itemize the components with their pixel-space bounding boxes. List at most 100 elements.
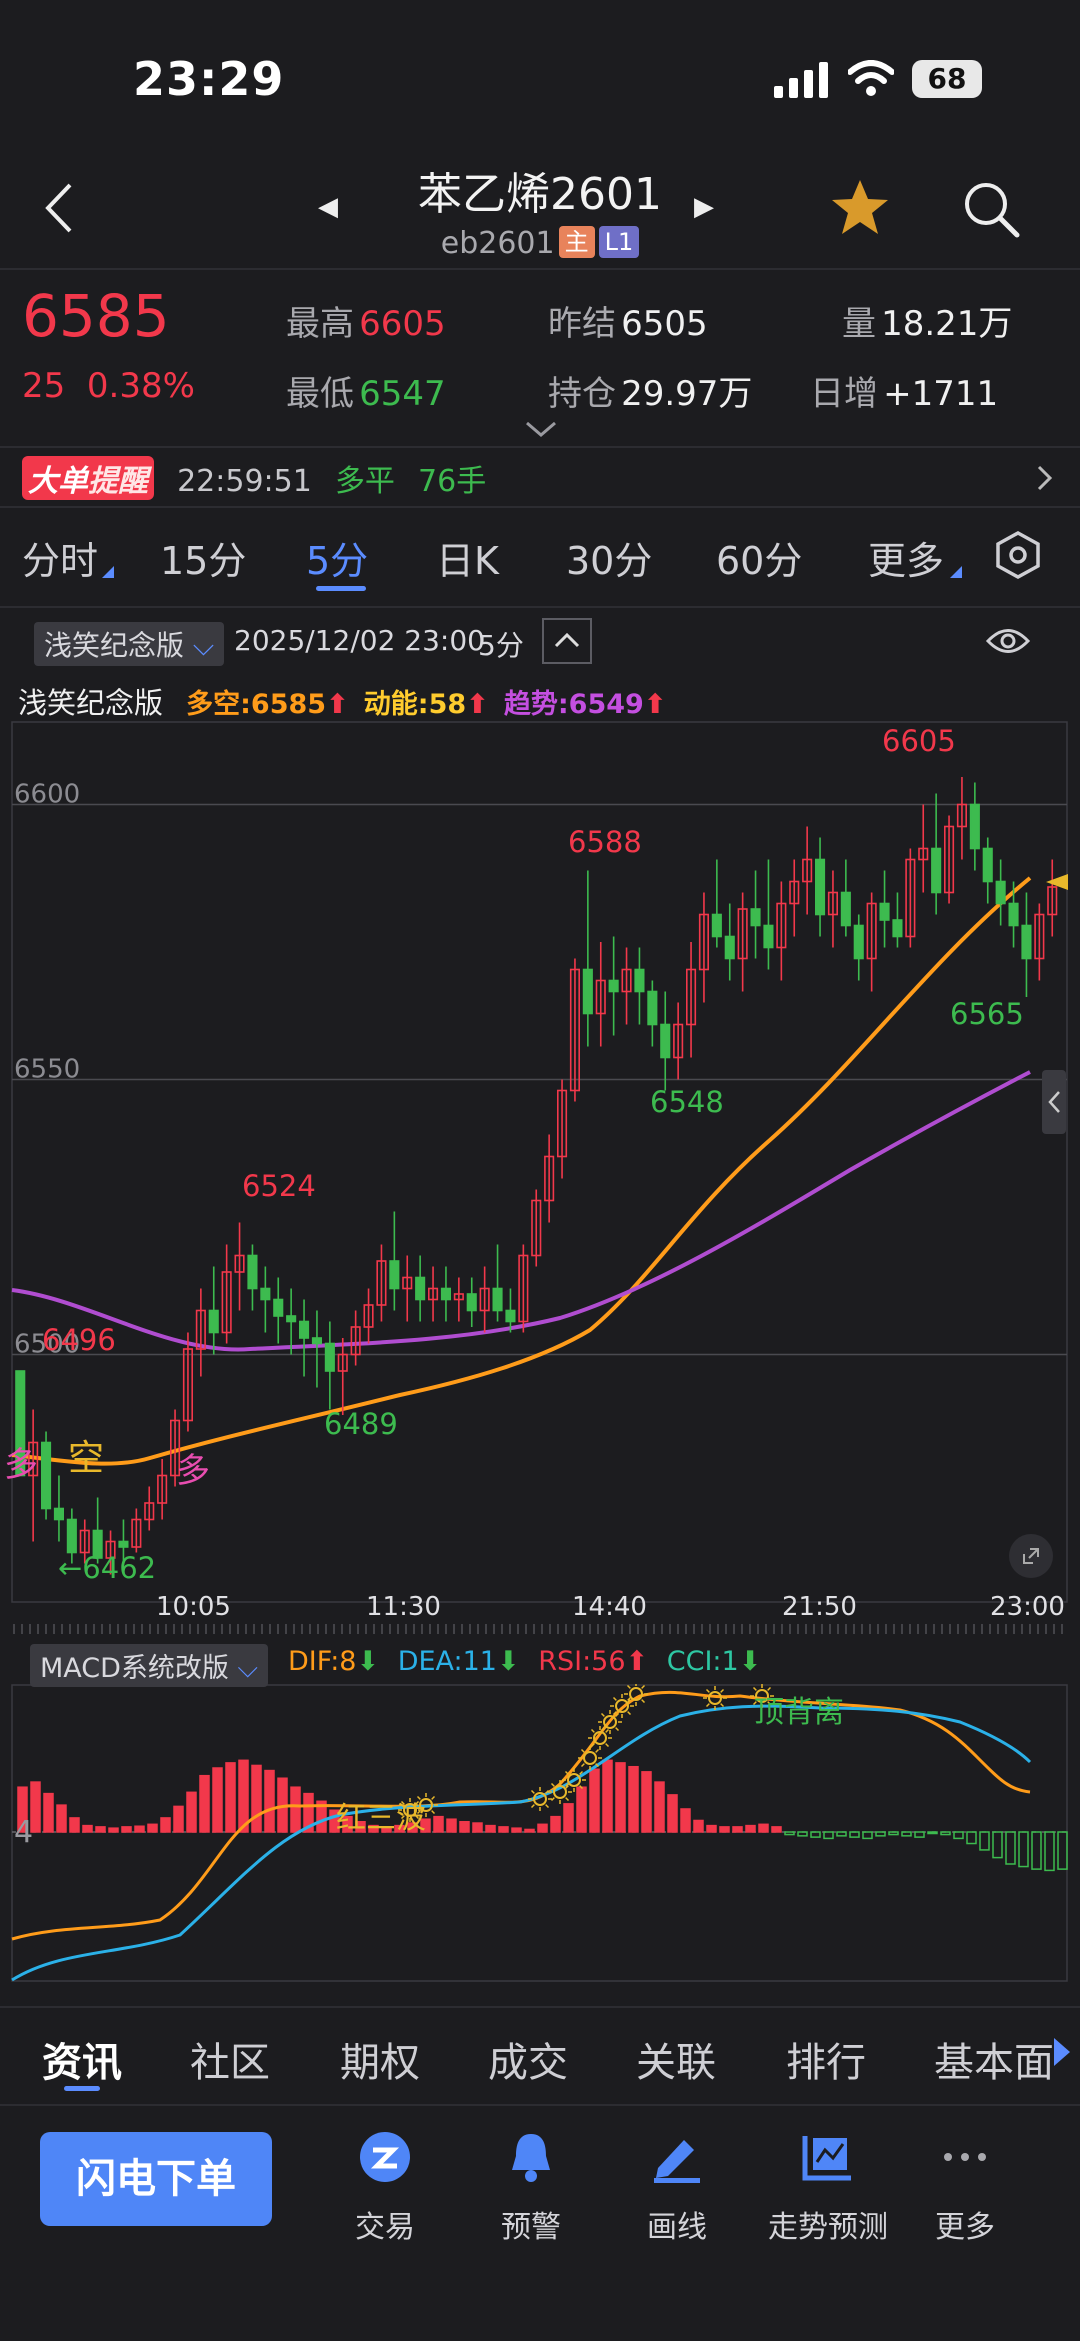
y-tick: 6550: [14, 1055, 80, 1085]
macd-bar: [251, 1764, 262, 1833]
tab-60min[interactable]: 60分: [716, 530, 802, 585]
candle-body: [982, 847, 993, 883]
macd-bar: [56, 1804, 67, 1833]
bell-icon: [512, 2134, 550, 2182]
tab-more[interactable]: 更多: [868, 530, 944, 585]
low-field: 最低 6547: [286, 366, 446, 415]
macd-bar: [290, 1786, 301, 1833]
active-tab-indicator: [316, 586, 366, 591]
x-tick: 14:40: [572, 1592, 647, 1622]
candle-body: [969, 803, 980, 850]
flash-order-button[interactable]: 闪电下单: [40, 2132, 272, 2226]
macd-bar: [1044, 1831, 1055, 1872]
tab-intraday[interactable]: 分时: [22, 530, 98, 585]
tab-15min[interactable]: 15分: [160, 530, 246, 585]
more-button[interactable]: 更多: [900, 2130, 1030, 2246]
legend-name: 浅笑纪念版: [18, 686, 164, 720]
annotation-red-wave: 红三波: [336, 1801, 426, 1836]
star-ray: [627, 1711, 632, 1716]
star-ray: [416, 1795, 421, 1800]
favorite-star-icon[interactable]: [830, 178, 890, 236]
signal-long: 多: [4, 1445, 38, 1485]
macd-bar: [121, 1826, 132, 1833]
macd-bar: [875, 1831, 886, 1837]
tab-ranking[interactable]: 排行: [786, 2030, 866, 2088]
macd-bar: [810, 1831, 821, 1838]
tab-news[interactable]: 资讯: [42, 2030, 122, 2088]
search-icon[interactable]: [962, 180, 1020, 238]
candle-body: [298, 1320, 310, 1339]
tab-community[interactable]: 社区: [190, 2030, 270, 2088]
contract-subtitle: eb2601 主 L1: [0, 226, 1080, 261]
y-tick: 6600: [14, 780, 80, 810]
candle-body: [814, 858, 826, 916]
candle-body: [260, 1287, 271, 1301]
scroll-right-icon[interactable]: [1054, 2038, 1070, 2066]
candlestick-chart[interactable]: 660065506500 660565886524656565486489649…: [0, 716, 1080, 1636]
x-tick: 21:50: [782, 1592, 857, 1622]
star-ray: [580, 1763, 585, 1768]
macd-bar: [134, 1825, 145, 1833]
trade-icon: [360, 2132, 410, 2182]
tab-related[interactable]: 关联: [636, 2030, 716, 2088]
settings-hex-icon[interactable]: [994, 530, 1042, 580]
down-arrow-icon: ⬇: [738, 1646, 762, 1677]
volume-field: 量 18.21万: [842, 296, 1012, 345]
macd-bar: [693, 1819, 704, 1833]
open-interest-field: 持仓 29.97万: [548, 366, 752, 415]
indicator-lines: [11, 876, 1032, 1466]
chevron-right-icon[interactable]: [1036, 464, 1054, 492]
macd-bar: [784, 1831, 795, 1836]
indicator-select-label: 浅笑纪念版: [44, 629, 185, 662]
trend-forecast-button[interactable]: 走势预测: [758, 2130, 898, 2246]
big-order-alert[interactable]: 大单提醒 22:59:51 多平 76手: [22, 456, 1072, 500]
daily-increase-value: +1711: [883, 374, 999, 414]
candle-body: [415, 1276, 426, 1301]
annotation-top-divergence: 顶背离: [754, 1695, 844, 1730]
x-tick: 10:05: [156, 1592, 231, 1622]
macd-bar: [1018, 1831, 1029, 1868]
expand-quote-icon[interactable]: [524, 420, 558, 438]
macd-chart[interactable]: 红三波 顶背离 4: [0, 1684, 1080, 1984]
indicator-select[interactable]: 浅笑纪念版 ⌵: [34, 622, 225, 666]
level1-tag: L1: [598, 226, 640, 258]
star-ray: [612, 1696, 617, 1701]
eye-icon[interactable]: [986, 624, 1030, 658]
star-ray: [720, 1703, 725, 1708]
macd-bar: [82, 1824, 93, 1833]
star-ray: [564, 1770, 569, 1775]
pen-icon: [654, 2140, 700, 2183]
tab-options[interactable]: 期权: [340, 2030, 420, 2088]
tab-30min[interactable]: 30分: [566, 530, 652, 585]
tab-daily[interactable]: 日K: [436, 530, 499, 585]
prev-settle-field: 昨结 6505: [548, 296, 708, 345]
alert-button[interactable]: 预警: [466, 2130, 596, 2246]
tab-fundamentals[interactable]: 基本面: [934, 2030, 1060, 2088]
high-label: 最高: [286, 304, 354, 344]
candle-body: [1008, 902, 1019, 927]
macd-bar: [173, 1805, 184, 1833]
candle-body: [724, 935, 735, 960]
macd-select[interactable]: MACD系统改版 ⌵: [30, 1644, 268, 1687]
tab-5min[interactable]: 5分: [306, 530, 368, 585]
star-ray: [545, 1804, 550, 1809]
candle-body: [505, 1309, 516, 1323]
candle-body: [879, 902, 890, 921]
high-field: 最高 6605: [286, 296, 446, 345]
chevron-down-icon: ⌵: [192, 629, 215, 662]
collapse-chart-icon[interactable]: [542, 618, 592, 664]
macd-bar: [498, 1826, 509, 1833]
macd-axis-label: 4: [14, 1815, 33, 1850]
draw-button[interactable]: 画线: [612, 2130, 742, 2246]
tab-trades[interactable]: 成交: [488, 2030, 568, 2088]
macd-bar: [186, 1791, 197, 1833]
next-contract-icon[interactable]: ▶: [694, 192, 714, 222]
daily-increase-label: 日增: [810, 374, 878, 414]
trade-button[interactable]: 交易: [320, 2130, 450, 2246]
macd-bar: [654, 1781, 665, 1833]
candle-body: [247, 1254, 258, 1290]
more-dots-icon: [944, 2153, 986, 2161]
macd-bar: [745, 1824, 756, 1833]
x-tick: 23:00: [990, 1592, 1065, 1622]
macd-bar: [914, 1831, 925, 1838]
